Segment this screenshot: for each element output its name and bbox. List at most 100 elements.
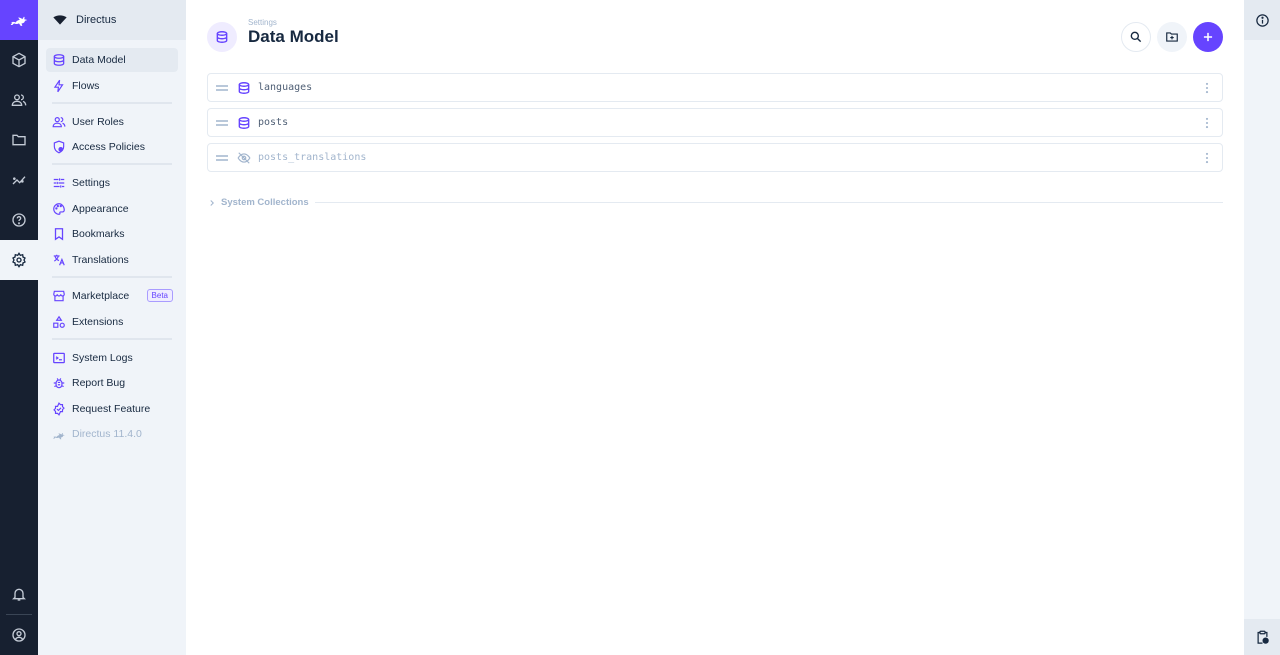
bookmark-icon bbox=[52, 227, 66, 241]
module-bar-bottom bbox=[0, 574, 38, 655]
nav-item-label: Flows bbox=[72, 79, 100, 92]
add-icon bbox=[1203, 32, 1213, 42]
create-folder-icon bbox=[1166, 32, 1178, 42]
collection-name: posts bbox=[258, 117, 289, 128]
module-settings[interactable] bbox=[0, 240, 38, 280]
nav-item-version[interactable]: Directus 11.4.0 bbox=[46, 422, 178, 446]
system-collections-toggle[interactable]: System Collections bbox=[207, 197, 1223, 208]
translate-icon bbox=[52, 253, 66, 267]
nav-item-extensions[interactable]: Extensions bbox=[46, 310, 178, 334]
header-actions bbox=[1121, 22, 1223, 52]
nav-item-label: Directus 11.4.0 bbox=[72, 428, 142, 441]
more-vert-icon[interactable] bbox=[1200, 116, 1214, 130]
nav-item-user-roles[interactable]: User Roles bbox=[46, 110, 178, 134]
header-bar: Settings Data Model bbox=[186, 0, 1244, 74]
nav-item-request-feature[interactable]: Request Feature bbox=[46, 397, 178, 421]
policy-icon bbox=[52, 140, 66, 154]
nav-item-data-model[interactable]: Data Model bbox=[46, 48, 178, 72]
gear-icon bbox=[12, 252, 26, 268]
search-button[interactable] bbox=[1121, 22, 1151, 52]
search-icon bbox=[1130, 31, 1142, 43]
create-collection-button[interactable] bbox=[1193, 22, 1223, 52]
divider-line bbox=[314, 201, 1223, 204]
bug-icon bbox=[52, 376, 66, 390]
nav-item-label: Access Policies bbox=[72, 141, 145, 154]
group-icon bbox=[52, 115, 66, 129]
palette-icon bbox=[52, 202, 66, 216]
nav-item-label: Bookmarks bbox=[72, 228, 125, 241]
flow-clipboard-icon bbox=[1257, 630, 1269, 644]
nav-item-translations[interactable]: Translations bbox=[46, 248, 178, 272]
module-content[interactable] bbox=[0, 40, 38, 80]
beta-badge: Beta bbox=[146, 289, 173, 303]
category-icon bbox=[52, 315, 66, 329]
module-insights[interactable] bbox=[0, 160, 38, 200]
drag-handle-icon[interactable] bbox=[216, 116, 228, 130]
nav-item-bookmarks[interactable]: Bookmarks bbox=[46, 222, 178, 246]
database-icon bbox=[237, 81, 251, 95]
more-vert-icon[interactable] bbox=[1200, 151, 1214, 165]
bolt-icon bbox=[52, 79, 66, 93]
logo-button[interactable] bbox=[0, 0, 38, 40]
main-content: Settings Data Model languages posts post… bbox=[186, 0, 1244, 655]
nav-item-label: System Logs bbox=[72, 351, 133, 364]
drag-handle-icon[interactable] bbox=[216, 151, 228, 165]
nav-divider bbox=[52, 275, 172, 278]
nav-divider bbox=[52, 337, 172, 340]
module-files[interactable] bbox=[0, 120, 38, 160]
database-icon bbox=[52, 53, 66, 67]
collection-row[interactable]: languages bbox=[207, 73, 1223, 102]
system-collections-label: System Collections bbox=[221, 197, 309, 208]
collection-row[interactable]: posts bbox=[207, 108, 1223, 137]
nav-item-label: Request Feature bbox=[72, 402, 151, 415]
info-button[interactable] bbox=[1244, 0, 1280, 40]
nav-item-label: User Roles bbox=[72, 115, 124, 128]
nav-item-system-logs[interactable]: System Logs bbox=[46, 346, 178, 370]
page-title: Data Model bbox=[248, 27, 339, 46]
database-icon bbox=[237, 116, 251, 130]
nav-divider bbox=[52, 101, 172, 104]
create-folder-button[interactable] bbox=[1157, 22, 1187, 52]
nav-item-report-bug[interactable]: Report Bug bbox=[46, 371, 178, 395]
collection-row[interactable]: posts_translations bbox=[207, 143, 1223, 172]
directus-logo-icon bbox=[10, 16, 28, 26]
nav-item-label: Appearance bbox=[72, 202, 129, 215]
right-sidebar bbox=[1244, 0, 1280, 655]
breadcrumb[interactable]: Settings bbox=[248, 18, 277, 27]
nav-item-label: Translations bbox=[72, 253, 129, 266]
notifications-button[interactable] bbox=[0, 574, 38, 614]
nav-item-access-policies[interactable]: Access Policies bbox=[46, 135, 178, 159]
title-icon-button[interactable] bbox=[207, 22, 237, 52]
insights-icon bbox=[12, 176, 26, 185]
database-icon bbox=[216, 31, 228, 43]
collection-name: languages bbox=[258, 82, 313, 93]
cube-icon bbox=[12, 52, 26, 68]
nav-item-label: Extensions bbox=[72, 315, 124, 328]
nav-item-flows[interactable]: Flows bbox=[46, 74, 178, 98]
project-logo-icon bbox=[53, 15, 67, 25]
nav-divider bbox=[52, 163, 172, 166]
nav-item-label: Report Bug bbox=[72, 377, 126, 390]
chevron-right-icon bbox=[207, 198, 217, 208]
flows-button[interactable] bbox=[1244, 619, 1280, 655]
visibility-off-icon bbox=[237, 151, 251, 165]
directus-icon bbox=[52, 427, 66, 441]
nav-item-appearance[interactable]: Appearance bbox=[46, 197, 178, 221]
module-help[interactable] bbox=[0, 200, 38, 240]
nav-item-marketplace[interactable]: Marketplace Beta bbox=[46, 284, 178, 308]
account-icon bbox=[12, 628, 26, 642]
project-info[interactable]: Directus bbox=[38, 0, 186, 40]
drag-handle-icon[interactable] bbox=[216, 81, 228, 95]
tune-icon bbox=[52, 176, 66, 190]
folder-icon bbox=[12, 134, 26, 146]
bell-icon bbox=[12, 588, 26, 601]
nav-item-settings[interactable]: Settings bbox=[46, 171, 178, 195]
settings-navigation: Directus Data Model Flows User Roles Acc… bbox=[38, 0, 186, 655]
users-icon bbox=[11, 94, 27, 106]
module-users[interactable] bbox=[0, 80, 38, 120]
module-bar bbox=[0, 0, 38, 655]
user-profile-button[interactable] bbox=[0, 615, 38, 655]
more-vert-icon[interactable] bbox=[1200, 81, 1214, 95]
collections-list: languages posts posts_translations bbox=[207, 73, 1223, 178]
project-name: Directus bbox=[76, 14, 117, 26]
